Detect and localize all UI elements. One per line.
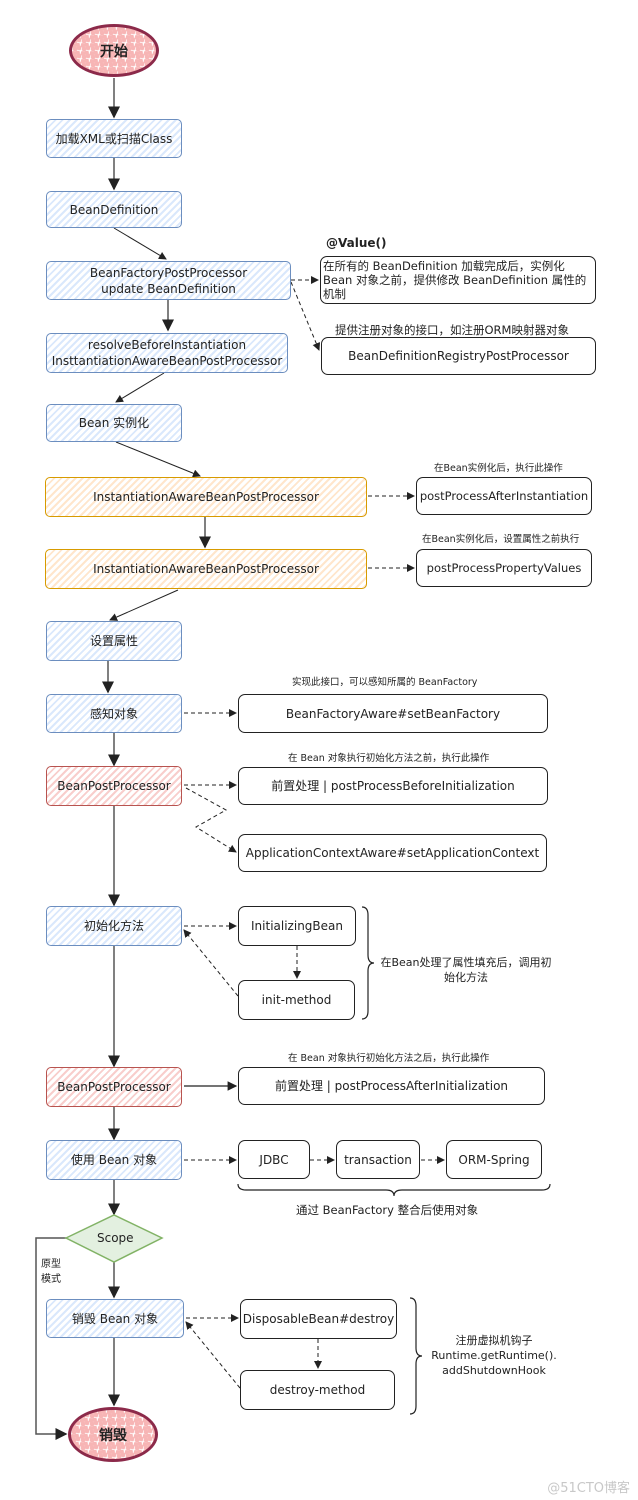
node-aware[interactable]: 感知对象 (46, 694, 182, 733)
node-bfpp[interactable]: BeanFactoryPostProcessor update BeanDefi… (46, 261, 291, 300)
node-resolve-before-instantiation[interactable]: resolveBeforeInstantiation Insttantiatio… (46, 333, 288, 373)
init-method-box[interactable]: init-method (238, 980, 355, 1020)
value-annotation-label: @Value() (326, 236, 387, 250)
initializing-bean-box[interactable]: InitializingBean (238, 906, 356, 946)
end-node[interactable]: 销毁 (68, 1407, 158, 1462)
watermark: @51CTO博客 (547, 1481, 630, 1496)
brace-init (361, 906, 375, 1020)
transaction-box[interactable]: transaction (336, 1140, 420, 1179)
init-brace-note: 在Bean处理了属性填充后，调用初始化方法 (380, 956, 552, 984)
orm-spring-box[interactable]: ORM-Spring (446, 1140, 542, 1179)
disposable-bean-box[interactable]: DisposableBean#destroy (240, 1299, 397, 1339)
prop-values-caption: 在Bean实例化后，设置属性之前执行 (422, 534, 580, 545)
jdbc-box[interactable]: JDBC (238, 1140, 310, 1179)
application-context-aware-box[interactable]: ApplicationContextAware#setApplicationCo… (238, 834, 547, 872)
node-bpp-before[interactable]: BeanPostProcessor (46, 766, 182, 806)
after-initialization-box[interactable]: 前置处理 | postProcessAfterInitialization (238, 1067, 545, 1105)
edge-beandef-bfpp (113, 227, 167, 260)
node-load[interactable]: 加载XML或扫描Class (46, 119, 182, 158)
node-bpp-after[interactable]: BeanPostProcessor (46, 1067, 182, 1107)
brace-destroy (409, 1297, 423, 1415)
destroy-brace-note: 注册虚拟机钩子 Runtime.getRuntime(). addShutdow… (431, 1334, 557, 1377)
scope-label: Scope (97, 1231, 134, 1245)
edge-iabpp2-setprops (109, 589, 179, 621)
use-brace-note: 通过 BeanFactory 整合后使用对象 (296, 1203, 479, 1217)
after-init-caption: 在 Bean 对象执行初始化方法之后，执行此操作 (288, 1053, 490, 1064)
node-set-properties[interactable]: 设置属性 (46, 621, 182, 661)
after-instantiation-box[interactable]: postProcessAfterInstantiation (416, 477, 592, 515)
node-use-bean[interactable]: 使用 Bean 对象 (46, 1140, 182, 1180)
edge-bpp1-app-context (185, 787, 237, 853)
registry-caption: 提供注册对象的接口，如注册ORM映射器对象 (335, 323, 569, 337)
destroy-method-box[interactable]: destroy-method (240, 1370, 395, 1410)
node-bean-instantiate[interactable]: Bean 实例化 (46, 404, 182, 442)
node-destroy-bean[interactable]: 销毁 Bean 对象 (46, 1299, 184, 1338)
bean-factory-aware-box[interactable]: BeanFactoryAware#setBeanFactory (238, 694, 548, 733)
node-iabpp-2[interactable]: InstantiationAwareBeanPostProcessor (45, 549, 367, 589)
edge-destroy-method-destroy (185, 1321, 241, 1389)
start-node[interactable]: 开始 (69, 24, 159, 77)
bfpp-note-box[interactable]: 在所有的 BeanDefinition 加载完成后，实例化 Bean 对象之前，… (320, 256, 596, 304)
edge-init-method-init (183, 929, 239, 997)
edge-instantiate-iabpp1 (115, 441, 201, 478)
node-beandefinition[interactable]: BeanDefinition (46, 191, 182, 228)
brace-use (237, 1183, 551, 1197)
prototype-label: 原型 模式 (41, 1259, 61, 1285)
property-values-box[interactable]: postProcessPropertyValues (416, 549, 592, 587)
before-init-caption: 在 Bean 对象执行初始化方法之前，执行此操作 (288, 753, 490, 764)
registry-box[interactable]: BeanDefinitionRegistryPostProcessor (321, 337, 596, 375)
node-iabpp-1[interactable]: InstantiationAwareBeanPostProcessor (45, 477, 367, 517)
node-init-method[interactable]: 初始化方法 (46, 906, 182, 946)
edge-resolve-instantiate (115, 372, 165, 403)
after-inst-caption: 在Bean实例化后，执行此操作 (434, 463, 563, 474)
edge-bfpp-registry (290, 281, 321, 351)
before-initialization-box[interactable]: 前置处理 | postProcessBeforeInitialization (238, 767, 548, 805)
aware-caption: 实现此接口，可以感知所属的 BeanFactory (292, 677, 478, 688)
